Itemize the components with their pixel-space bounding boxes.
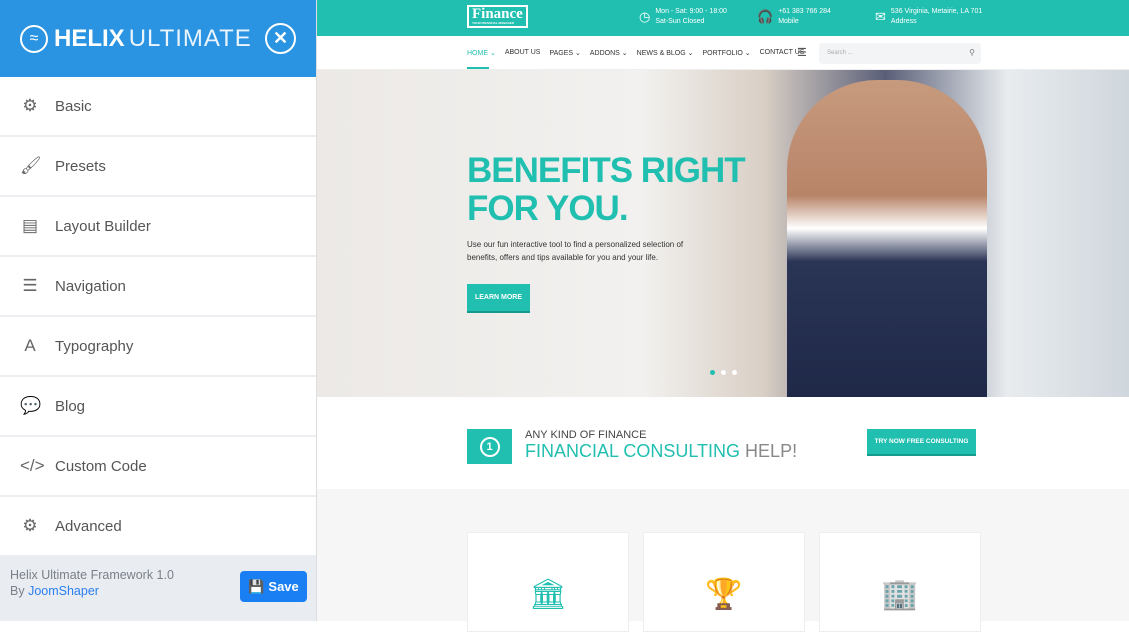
bank-icon: 🏛	[528, 578, 568, 611]
nav-item[interactable]: PORTFOLIO ⌄	[702, 49, 750, 57]
sidebar-item-label: Custom Code	[55, 457, 147, 475]
feature-card: 🏆	[643, 532, 805, 632]
helix-logo-icon: ≈	[20, 24, 48, 53]
nav-item[interactable]: HOME ⌄	[467, 49, 496, 69]
sidebar-item-label: Layout Builder	[55, 217, 151, 235]
layout-icon: ▤	[21, 216, 39, 235]
cta-subtitle: ANY KIND OF FINANCE	[525, 429, 647, 441]
nav-item[interactable]: ABOUT US	[505, 49, 541, 57]
font-icon: A	[24, 336, 36, 355]
sidebar-item-typography[interactable]: A Typography	[0, 317, 316, 377]
top-bar: Finance YOUR FINANCIAL MANAGER ◷ Mon - Sat…	[317, 0, 1129, 36]
sidebar-item-label: Blog	[55, 397, 86, 415]
slider-dot[interactable]	[721, 370, 726, 375]
by-text: By	[10, 584, 25, 598]
brand-bold: HELIX	[54, 24, 125, 52]
list-icon: ☰	[22, 276, 38, 295]
hero-slider: BENEFITS RIGHT FOR YOU. Use our fun inter…	[317, 70, 1129, 397]
contact-info: ✉ 536 Virginia, Metairie, LA 701 Address	[875, 8, 983, 25]
hamburger-icon[interactable]: ☰	[797, 46, 807, 59]
sidebar-item-label: Basic	[55, 97, 92, 115]
site-preview: Finance YOUR FINANCIAL MANAGER ◷ Mon - Sat…	[317, 0, 1129, 621]
slider-dots	[710, 370, 737, 375]
cta-section: 1 ANY KIND OF FINANCE FINANCIAL CONSULTI…	[317, 397, 1129, 489]
sidebar-item-label: Presets	[55, 157, 106, 175]
gear-icon: ⚙	[22, 516, 38, 535]
feature-card: 🏢	[819, 532, 981, 632]
envelope-icon: ✉	[875, 9, 886, 24]
code-icon: </>	[20, 456, 45, 475]
sidebar-item-layout-builder[interactable]: ▤ Layout Builder	[0, 197, 316, 257]
search-icon: ⚲	[969, 48, 975, 57]
money-icon: 1	[467, 429, 512, 464]
brush-icon: 🖌	[20, 156, 42, 175]
sidebar-item-label: Typography	[55, 337, 134, 355]
save-icon: 💾	[248, 578, 265, 594]
hero-text: Use our fun interactive tool to find a p…	[467, 240, 684, 262]
sidebar-footer: Helix Ultimate Framework 1.0 By JoomShap…	[0, 555, 316, 621]
sidebar-item-basic[interactable]: ⚙ Basic	[0, 77, 316, 137]
feature-card: 🏛	[467, 532, 629, 632]
helix-sidebar: ≈ HELIX ULTIMATE ✕ ⚙ Basic 🖌 Presets ▤ Layout…	[0, 0, 317, 621]
contact-info: ◷ Mon - Sat: 9:00 - 18:00 Sat-Sun Closed	[639, 8, 727, 25]
close-icon[interactable]: ✕	[265, 23, 296, 54]
slider-dot[interactable]	[710, 370, 715, 375]
slider-dot[interactable]	[732, 370, 737, 375]
hero-image	[787, 80, 987, 397]
search-input[interactable]: Search ... ⚲	[819, 43, 981, 64]
sidebar-item-advanced[interactable]: ⚙ Advanced	[0, 497, 316, 557]
clock-icon: ◷	[639, 9, 651, 24]
nav-item[interactable]: NEWS & BLOG ⌄	[637, 49, 694, 57]
finance-logo[interactable]: Finance YOUR FINANCIAL MANAGER	[467, 5, 528, 28]
hero-title: BENEFITS RIGHT FOR YOU.	[467, 151, 746, 228]
cta-title: FINANCIAL CONSULTING HELP!	[525, 441, 798, 461]
sidebar-item-navigation[interactable]: ☰ Navigation	[0, 257, 316, 317]
gear-icon: ⚙	[22, 96, 38, 115]
joomshaper-link[interactable]: JoomShaper	[28, 584, 99, 598]
learn-more-button[interactable]: LEARN MORE	[467, 284, 530, 311]
sidebar-header: ≈ HELIX ULTIMATE ✕	[0, 0, 316, 77]
contact-info: 🎧 +61 383 766 284 Mobile	[757, 8, 831, 25]
main-nav: HOME ⌄ ABOUT US PAGES ⌄ ADDONS ⌄ NEWS & BLOG…	[317, 36, 1129, 70]
sidebar-item-presets[interactable]: 🖌 Presets	[0, 137, 316, 197]
building-icon: 🏢	[881, 578, 919, 611]
sidebar-item-custom-code[interactable]: </> Custom Code	[0, 437, 316, 497]
save-button[interactable]: 💾 Save	[240, 571, 307, 602]
try-consulting-button[interactable]: TRY NOW FREE CONSULTING	[867, 429, 976, 454]
nav-item[interactable]: PAGES ⌄	[549, 49, 580, 57]
headphones-icon: 🎧	[757, 9, 774, 24]
trophy-icon: 🏆	[705, 578, 743, 611]
save-label: Save	[268, 578, 299, 594]
sidebar-item-label: Advanced	[55, 517, 122, 535]
brand-light: ULTIMATE	[128, 24, 252, 52]
sidebar-item-blog[interactable]: 💬 Blog	[0, 377, 316, 437]
nav-item[interactable]: ADDONS ⌄	[590, 49, 628, 57]
comments-icon: 💬	[20, 396, 42, 415]
sidebar-item-label: Navigation	[55, 277, 126, 295]
